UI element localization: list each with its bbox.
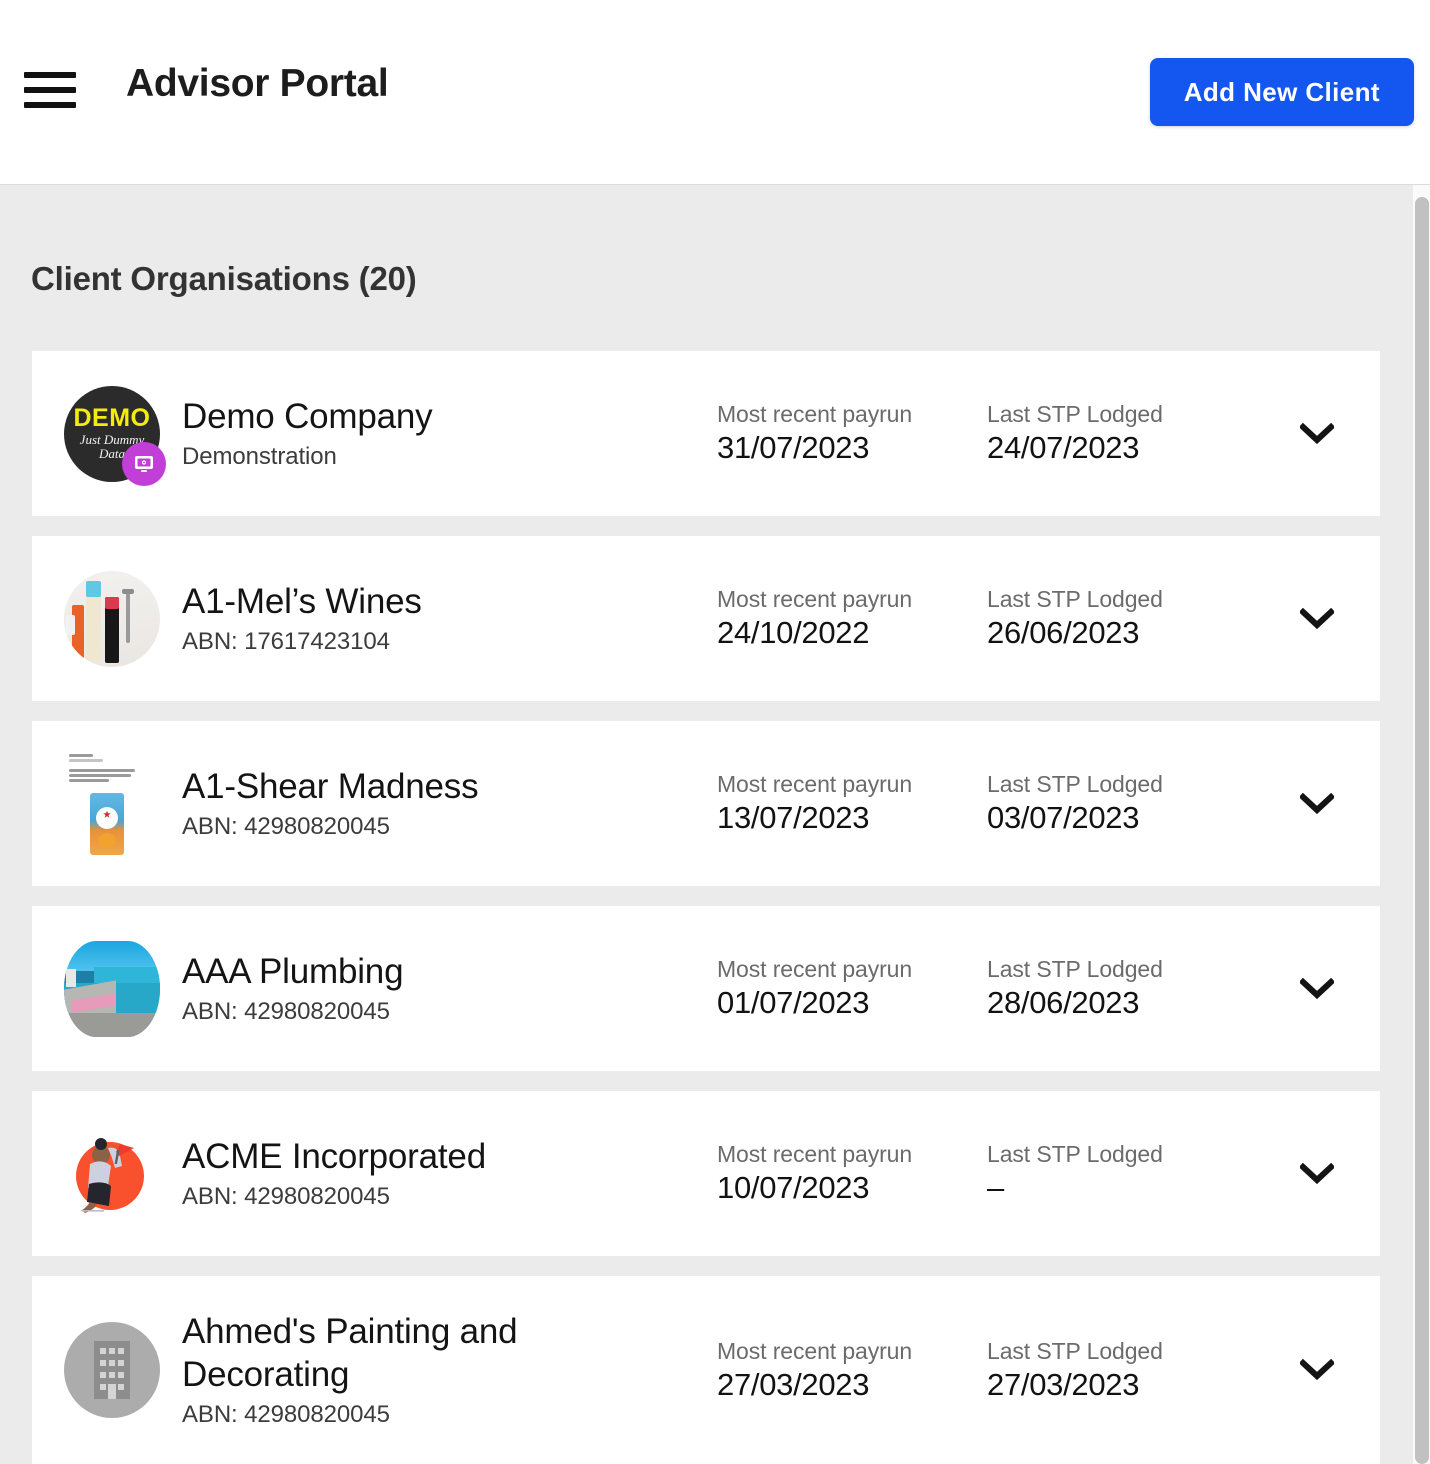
client-subtitle: ABN: 42980820045	[182, 1400, 390, 1428]
person-with-flag-illustration-icon	[64, 1125, 160, 1222]
stat-label: Most recent payrun	[717, 401, 913, 427]
stat-label: Most recent payrun	[717, 956, 913, 982]
chevron-down-icon[interactable]	[1294, 596, 1340, 642]
client-organisations-heading: Client Organisations (20)	[31, 260, 417, 297]
stat-value: 03/07/2023	[987, 800, 1140, 835]
client-row[interactable]: A1-Shear Madness ABN: 42980820045 Most r…	[32, 721, 1380, 886]
most-recent-payrun: Most recent payrun 01/07/2023	[717, 956, 987, 1021]
hamburger-bar	[24, 72, 76, 78]
chevron-down-icon[interactable]	[1294, 781, 1340, 827]
app-header: Advisor Portal Add New Client	[0, 0, 1430, 185]
stat-label: Most recent payrun	[717, 586, 913, 612]
client-row[interactable]: DEMO Just Dummy Data Demo Company Demons…	[32, 351, 1380, 516]
avatar-secondary-text: Data	[98, 446, 125, 461]
stat-label: Last STP Lodged	[987, 1337, 1163, 1364]
last-stp-lodged: Last STP Lodged 27/03/2023	[987, 1338, 1287, 1403]
scrollbar-track[interactable]	[1413, 185, 1430, 1464]
stat-label: Most recent payrun	[717, 1337, 913, 1364]
avatar	[64, 940, 160, 1037]
avatar	[64, 1322, 160, 1418]
client-info: ACME Incorporated ABN: 42980820045	[182, 1136, 702, 1211]
add-new-client-button[interactable]: Add New Client	[1149, 58, 1414, 126]
client-name: Ahmed's Painting and Decorating	[182, 1312, 518, 1394]
chevron-down-icon[interactable]	[1294, 1151, 1340, 1197]
chevron-down-icon[interactable]	[1294, 411, 1340, 457]
most-recent-payrun: Most recent payrun 13/07/2023	[717, 771, 987, 836]
most-recent-payrun: Most recent payrun 27/03/2023	[717, 1338, 987, 1403]
client-info: A1-Shear Madness ABN: 42980820045	[182, 766, 702, 841]
client-subtitle: ABN: 42980820045	[182, 812, 390, 840]
client-info: Demo Company Demonstration	[182, 396, 702, 471]
building-icon	[64, 1322, 160, 1418]
client-info: Ahmed's Painting and Decorating ABN: 429…	[182, 1311, 682, 1428]
avatar	[64, 748, 160, 859]
client-name: Demo Company	[182, 397, 433, 437]
client-name: AAA Plumbing	[182, 952, 404, 992]
page-title: Advisor Portal	[126, 62, 389, 105]
client-info: AAA Plumbing ABN: 42980820045	[182, 951, 702, 1026]
last-stp-lodged: Last STP Lodged 24/07/2023	[987, 401, 1287, 466]
client-row[interactable]: Ahmed's Painting and Decorating ABN: 429…	[32, 1276, 1380, 1464]
stat-value: 26/06/2023	[987, 615, 1140, 650]
avatar-primary-text: DEMO	[73, 404, 151, 433]
stat-value: 27/03/2023	[987, 1366, 1140, 1402]
stat-label: Last STP Lodged	[987, 1141, 1163, 1167]
monitor-icon	[122, 441, 166, 486]
most-recent-payrun: Most recent payrun 24/10/2022	[717, 586, 987, 651]
soda-can-icon	[90, 792, 124, 855]
client-organisations-list: DEMO Just Dummy Data Demo Company Demons…	[32, 351, 1380, 1464]
stat-label: Last STP Lodged	[987, 401, 1163, 427]
client-row[interactable]: A1-Mel’s Wines ABN: 17617423104 Most rec…	[32, 536, 1380, 701]
client-info: A1-Mel’s Wines ABN: 17617423104	[182, 581, 702, 656]
chevron-down-icon[interactable]	[1294, 966, 1340, 1012]
last-stp-lodged: Last STP Lodged –	[987, 1141, 1287, 1206]
stat-value: 13/07/2023	[717, 800, 870, 835]
stat-label: Last STP Lodged	[987, 956, 1163, 982]
avatar	[64, 1125, 160, 1222]
last-stp-lodged: Last STP Lodged 03/07/2023	[987, 771, 1287, 836]
client-subtitle: ABN: 17617423104	[182, 627, 390, 655]
hamburger-bar	[24, 102, 76, 108]
stat-value: 24/07/2023	[987, 430, 1140, 465]
client-name: ACME Incorporated	[182, 1137, 486, 1177]
client-subtitle: ABN: 42980820045	[182, 997, 390, 1025]
avatar	[64, 570, 160, 667]
stat-value: –	[987, 1170, 1004, 1205]
hamburger-menu-icon[interactable]	[24, 66, 76, 114]
content-area: Client Organisations (20) DEMO Just Dumm…	[0, 185, 1430, 1464]
client-subtitle: ABN: 42980820045	[182, 1182, 390, 1210]
stat-label: Most recent payrun	[717, 771, 913, 797]
stat-label: Last STP Lodged	[987, 586, 1163, 612]
stat-value: 28/06/2023	[987, 985, 1140, 1020]
client-name: A1-Shear Madness	[182, 767, 479, 807]
last-stp-lodged: Last STP Lodged 26/06/2023	[987, 586, 1287, 651]
client-row[interactable]: ACME Incorporated ABN: 42980820045 Most …	[32, 1091, 1380, 1256]
stat-value: 01/07/2023	[717, 985, 870, 1020]
stat-value: 27/03/2023	[717, 1366, 870, 1402]
stat-label: Most recent payrun	[717, 1141, 913, 1167]
client-name: A1-Mel’s Wines	[182, 582, 422, 622]
most-recent-payrun: Most recent payrun 31/07/2023	[717, 401, 987, 466]
tweet-screenshot-icon	[64, 748, 148, 859]
stat-value: 31/07/2023	[717, 430, 870, 465]
stat-value: 24/10/2022	[717, 615, 870, 650]
scrollbar-thumb[interactable]	[1415, 197, 1429, 1464]
client-row[interactable]: AAA Plumbing ABN: 42980820045 Most recen…	[32, 906, 1380, 1071]
stat-value: 10/07/2023	[717, 1170, 870, 1205]
last-stp-lodged: Last STP Lodged 28/06/2023	[987, 956, 1287, 1021]
most-recent-payrun: Most recent payrun 10/07/2023	[717, 1141, 987, 1206]
client-subtitle: Demonstration	[182, 442, 337, 470]
stat-label: Last STP Lodged	[987, 771, 1163, 797]
avatar: DEMO Just Dummy Data	[64, 385, 166, 486]
seaside-photo-icon	[64, 940, 160, 1037]
chevron-down-icon[interactable]	[1294, 1347, 1340, 1393]
hamburger-bar	[24, 87, 76, 93]
wine-bottles-photo-icon	[64, 570, 160, 667]
